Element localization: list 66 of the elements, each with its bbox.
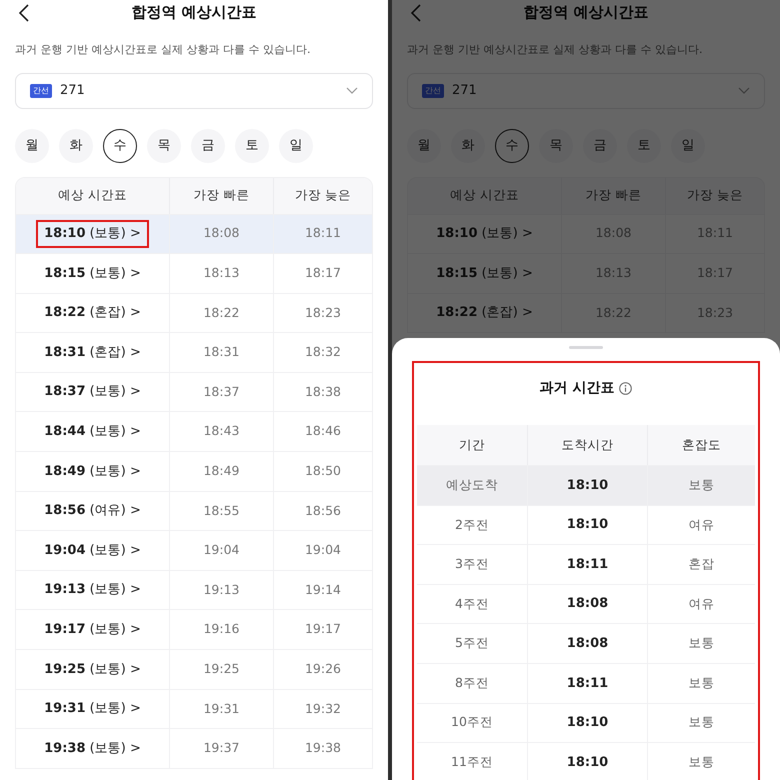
chevron-down-icon xyxy=(738,87,750,94)
column-header: 예상 시간표 xyxy=(449,186,520,204)
screen-title: 합정역 예상시간표 xyxy=(131,2,257,23)
table-row[interactable]: 18:37 (보통) > 18:37 18:38 xyxy=(16,372,372,412)
time-cell[interactable]: 19:31 (보통) > xyxy=(38,697,147,721)
time-cell[interactable]: 18:37 (보통) > xyxy=(38,380,147,404)
time-cell[interactable]: 19:38 (보통) > xyxy=(38,736,147,760)
time-cell[interactable]: 18:22 (혼잡) > xyxy=(38,301,147,325)
day-tab[interactable]: 화 xyxy=(59,128,93,162)
column-header: 기간 xyxy=(458,436,486,454)
table-row[interactable]: 18:56 (여유) > 18:55 18:56 xyxy=(16,490,372,530)
table-row[interactable]: 19:13 (보통) > 19:13 19:14 xyxy=(16,570,372,610)
notice-text: 과거 운행 기반 예상시간표로 실제 상황과 다를 수 있습니다. xyxy=(14,42,312,58)
day-tab[interactable]: 일 xyxy=(279,128,313,162)
day-tab[interactable]: 금 xyxy=(191,128,225,162)
screen-title: 합정역 예상시간표 xyxy=(523,2,649,23)
table-cell-text: 5주전 xyxy=(454,634,490,652)
time-cell[interactable]: 18:49 (보통) > xyxy=(38,460,147,484)
table-cell-text: 8주전 xyxy=(454,674,490,692)
time-cell[interactable]: 19:25 (보통) > xyxy=(38,658,147,682)
table-row[interactable]: 18:15 (보통) > 18:13 18:17 xyxy=(16,253,372,293)
chevron-down-icon xyxy=(346,87,358,94)
table-cell: 19:38 xyxy=(273,729,372,768)
table-row[interactable]: 18:31 (혼잡) > 18:31 18:32 xyxy=(16,332,372,372)
time-cell[interactable]: 19:13 (보통) > xyxy=(38,578,147,602)
table-row[interactable]: 18:49 (보통) > 18:49 18:50 xyxy=(16,451,372,491)
sheet-title: 과거 시간표 xyxy=(540,378,614,398)
table-row[interactable]: 19:25 (보통) > 19:25 19:26 xyxy=(16,649,372,689)
time-cell[interactable]: 18:44 (보통) > xyxy=(38,420,147,444)
time-cell[interactable]: 18:10 (보통) > xyxy=(38,222,147,246)
back-icon xyxy=(410,3,422,23)
table-cell: 19:37 xyxy=(169,729,273,768)
time-cell[interactable]: 18:15 (보통) > xyxy=(38,262,147,286)
sheet-handle[interactable] xyxy=(569,346,603,349)
route-number: 271 xyxy=(452,82,478,100)
day-tab[interactable]: 월 xyxy=(15,128,49,162)
back-icon xyxy=(18,3,30,23)
table-row[interactable]: 19:17 (보통) > 19:16 19:17 xyxy=(16,609,372,650)
time-cell[interactable]: 18:56 (여유) > xyxy=(38,499,147,523)
table-row[interactable]: 19:31 (보통) > 19:31 19:32 xyxy=(16,688,372,728)
table-cell-text: 2주전 xyxy=(454,516,490,534)
info-icon[interactable] xyxy=(619,382,632,394)
day-tab[interactable]: 목 xyxy=(147,128,181,162)
table-row[interactable]: 18:44 (보통) > 18:43 18:46 xyxy=(16,411,372,452)
column-header: 예상 시간표 xyxy=(57,186,128,204)
table-cell-text: 11주전 xyxy=(450,753,494,772)
notice-text: 과거 운행 기반 예상시간표로 실제 상황과 다를 수 있습니다. xyxy=(406,42,704,58)
route-number: 271 xyxy=(60,82,86,100)
route-dropdown[interactable]: 간선 271 xyxy=(15,72,373,108)
table-cell-text: 4주전 xyxy=(454,594,490,613)
table-row[interactable]: 18:22 (혼잡) > 18:22 18:23 xyxy=(16,292,372,332)
table-row[interactable]: 19:04 (보통) > 19:04 19:04 xyxy=(16,530,372,570)
table-row[interactable]: 18:10 (보통) > 18:08 18:11 xyxy=(16,214,372,254)
table-cell-text: 3주전 xyxy=(454,555,490,574)
table-cell: 18:10 xyxy=(527,743,647,780)
route-badge: 간선 xyxy=(30,84,52,98)
time-cell[interactable]: 19:04 (보통) > xyxy=(38,538,147,562)
time-cell[interactable]: 18:31 (혼잡) > xyxy=(38,340,147,364)
table-cell-text: 10주전 xyxy=(450,713,494,732)
table-cell: 보통 xyxy=(647,743,755,780)
time-cell[interactable]: 19:17 (보통) > xyxy=(38,618,147,642)
table-row[interactable]: 19:38 (보통) > 19:37 19:38 xyxy=(16,728,372,768)
route-badge: 간선 xyxy=(422,84,444,98)
table-cell-text: 예상도착 xyxy=(445,476,499,494)
day-tab[interactable]: 수 xyxy=(103,128,137,162)
day-tab[interactable]: 토 xyxy=(235,128,269,162)
